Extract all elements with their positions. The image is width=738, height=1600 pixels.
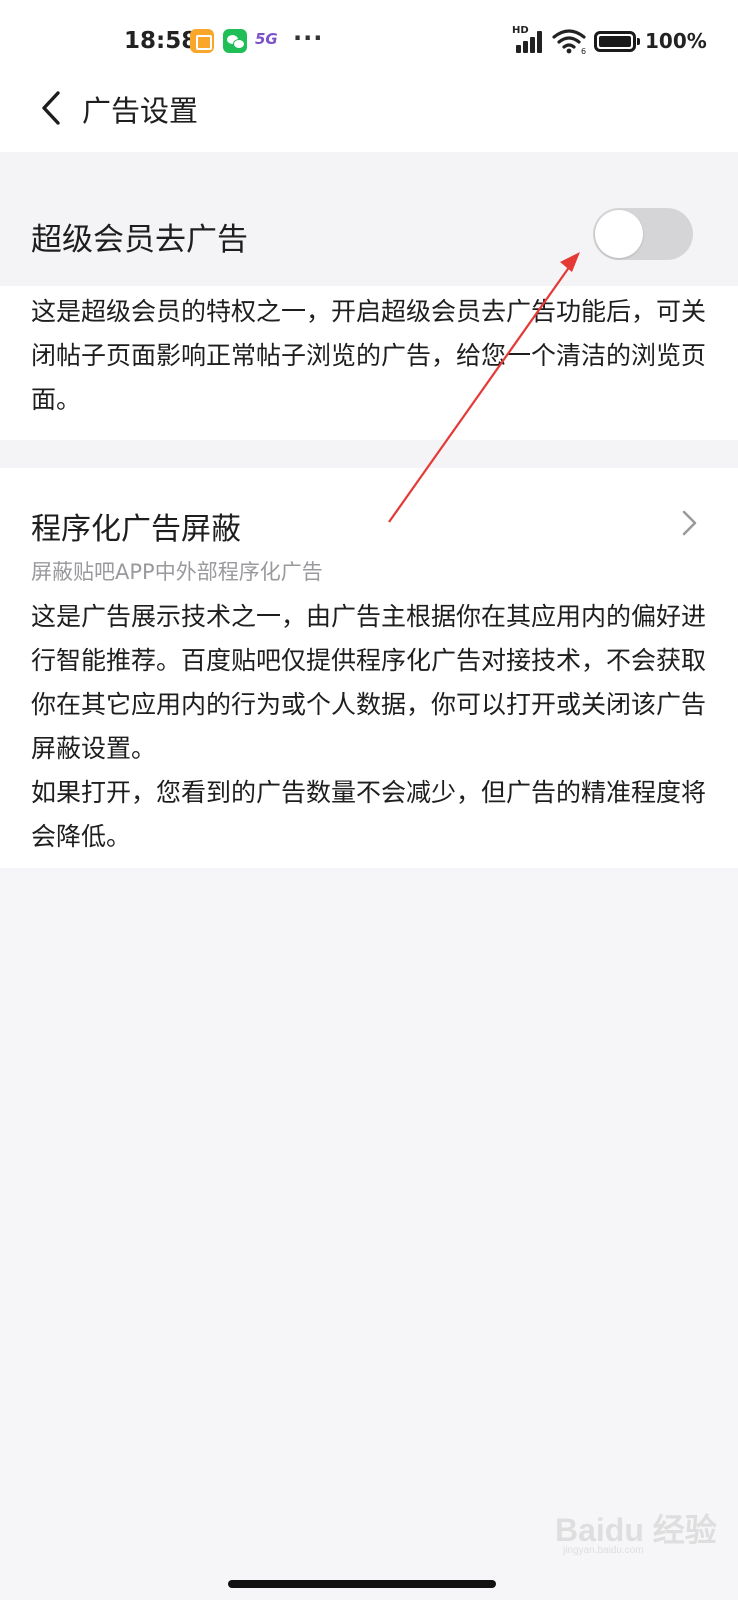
baidu-watermark-logo: Baidu 经验 jingyan.baidu.com <box>555 1493 725 1565</box>
vip-ad-free-row: 超级会员去广告 <box>0 152 738 286</box>
page-title: 广告设置 <box>82 94 199 128</box>
chevron-right-icon[interactable] <box>678 508 700 538</box>
vip-ad-free-description: 这是超级会员的特权之一，开启超级会员去广告功能后，可关闭帖子页面影响正常帖子浏览… <box>31 297 707 414</box>
status-time: 18:58 <box>124 28 198 54</box>
status-bar: 18:58 5G ··· HD 6 100% <box>0 0 738 84</box>
network-5g-icon: 5G <box>255 30 278 48</box>
battery-percent: 100% <box>645 29 707 53</box>
vip-ad-free-description-panel: 这是超级会员的特权之一，开启超级会员去广告功能后，可关闭帖子页面影响正常帖子浏览… <box>0 286 738 440</box>
vip-ad-free-toggle[interactable] <box>593 208 693 260</box>
hd-label: HD <box>512 25 529 36</box>
wechat-icon <box>223 29 247 53</box>
chevron-left-icon[interactable] <box>38 88 68 128</box>
home-indicator[interactable] <box>228 1580 496 1588</box>
section-divider <box>0 440 738 468</box>
wifi-icon: 6 <box>552 29 586 55</box>
programmatic-ad-block-subtitle: 屏蔽贴吧APP中外部程序化广告 <box>31 560 323 584</box>
more-notifications-icon: ··· <box>293 24 324 52</box>
programmatic-ad-block-title[interactable]: 程序化广告屏蔽 <box>31 504 241 548</box>
svg-text:6: 6 <box>581 47 586 55</box>
toggle-knob <box>595 210 643 258</box>
signal-icon: HD <box>512 25 546 55</box>
nav-bar: 广告设置 <box>0 84 738 152</box>
vip-ad-free-title: 超级会员去广告 <box>31 222 248 258</box>
watermark-url: jingyan.baidu.com <box>563 1545 644 1556</box>
battery-icon <box>594 31 640 52</box>
programmatic-ad-block-description: 这是广告展示技术之一，由广告主根据你在其应用内的偏好进行智能推荐。百度贴吧仅提供… <box>31 602 707 851</box>
vip-ad-free-section: 超级会员去广告 这是超级会员的特权之一，开启超级会员去广告功能后，可关闭帖子页面… <box>0 152 738 440</box>
notes-app-icon <box>190 29 214 53</box>
programmatic-ad-block-section[interactable]: 程序化广告屏蔽 屏蔽贴吧APP中外部程序化广告 这是广告展示技术之一，由广告主根… <box>0 468 738 868</box>
